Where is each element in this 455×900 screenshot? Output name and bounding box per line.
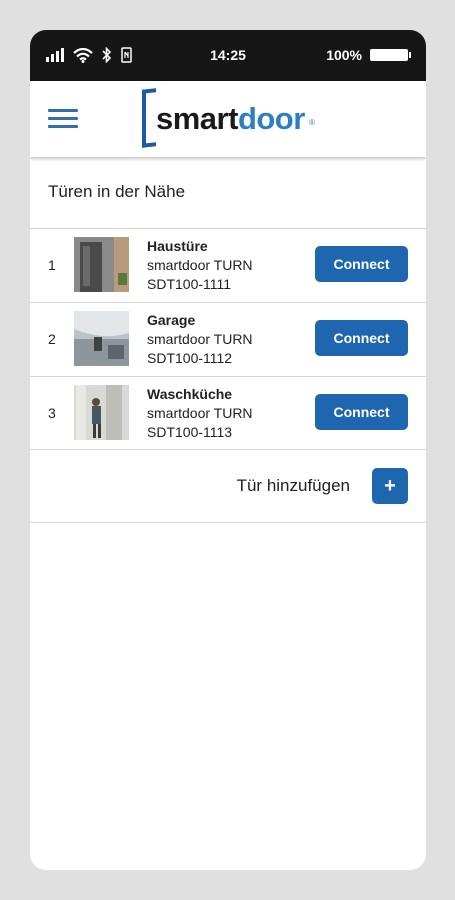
hamburger-menu-icon[interactable] bbox=[48, 109, 78, 129]
door-thumbnail bbox=[74, 385, 129, 440]
connect-button[interactable]: Connect bbox=[315, 246, 408, 282]
smartdoor-logo: smartdoor ® bbox=[142, 88, 322, 149]
connect-button[interactable]: Connect bbox=[315, 320, 408, 356]
logo-registered-mark: ® bbox=[309, 118, 315, 127]
status-bar: 14:25 100% bbox=[30, 30, 426, 81]
door-list-item[interactable]: 3 Waschküche smartdoor TURN SDT100-1113 … bbox=[30, 377, 426, 450]
add-door-label: Tür hinzufügen bbox=[236, 476, 350, 495]
door-info: Haustüre smartdoor TURN SDT100-1111 bbox=[147, 237, 253, 294]
connect-button[interactable]: Connect bbox=[315, 394, 408, 430]
logo-text: smartdoor bbox=[156, 101, 305, 136]
status-right: 100% bbox=[326, 47, 411, 63]
add-door-button[interactable]: + bbox=[372, 468, 408, 504]
door-serial: SDT100-1112 bbox=[147, 350, 233, 366]
phone-screen: 14:25 100% smartdoor ® Türen in der Nähe… bbox=[30, 30, 426, 870]
battery-percent: 100% bbox=[326, 47, 362, 63]
door-name: Waschküche bbox=[147, 386, 233, 402]
door-info: Waschküche smartdoor TURN SDT100-1113 bbox=[147, 385, 253, 442]
door-index: 2 bbox=[48, 331, 56, 347]
door-name: Haustüre bbox=[147, 238, 208, 254]
door-list-item[interactable]: 1 Haustüre smartdoor TURN SDT100-1111 Co… bbox=[30, 229, 426, 302]
app-bar: smartdoor ® bbox=[30, 81, 426, 157]
door-model: smartdoor TURN bbox=[147, 331, 253, 347]
door-model: smartdoor TURN bbox=[147, 405, 253, 421]
logo-bracket bbox=[142, 88, 156, 148]
door-thumbnail bbox=[74, 311, 129, 366]
add-door-row: Tür hinzufügen + bbox=[30, 450, 426, 522]
door-name: Garage bbox=[147, 312, 196, 328]
door-index: 3 bbox=[48, 405, 56, 421]
section-title: Türen in der Nähe bbox=[48, 182, 186, 201]
door-list-item[interactable]: 2 Garage smartdoor TURN SDT100-1112 Conn… bbox=[30, 303, 426, 376]
door-serial: SDT100-1111 bbox=[147, 276, 232, 292]
divider bbox=[30, 522, 426, 523]
door-info: Garage smartdoor TURN SDT100-1112 bbox=[147, 311, 253, 368]
door-thumbnail bbox=[74, 237, 129, 292]
door-serial: SDT100-1113 bbox=[147, 424, 233, 440]
battery-icon bbox=[370, 49, 411, 61]
door-index: 1 bbox=[48, 257, 56, 273]
door-model: smartdoor TURN bbox=[147, 257, 253, 273]
